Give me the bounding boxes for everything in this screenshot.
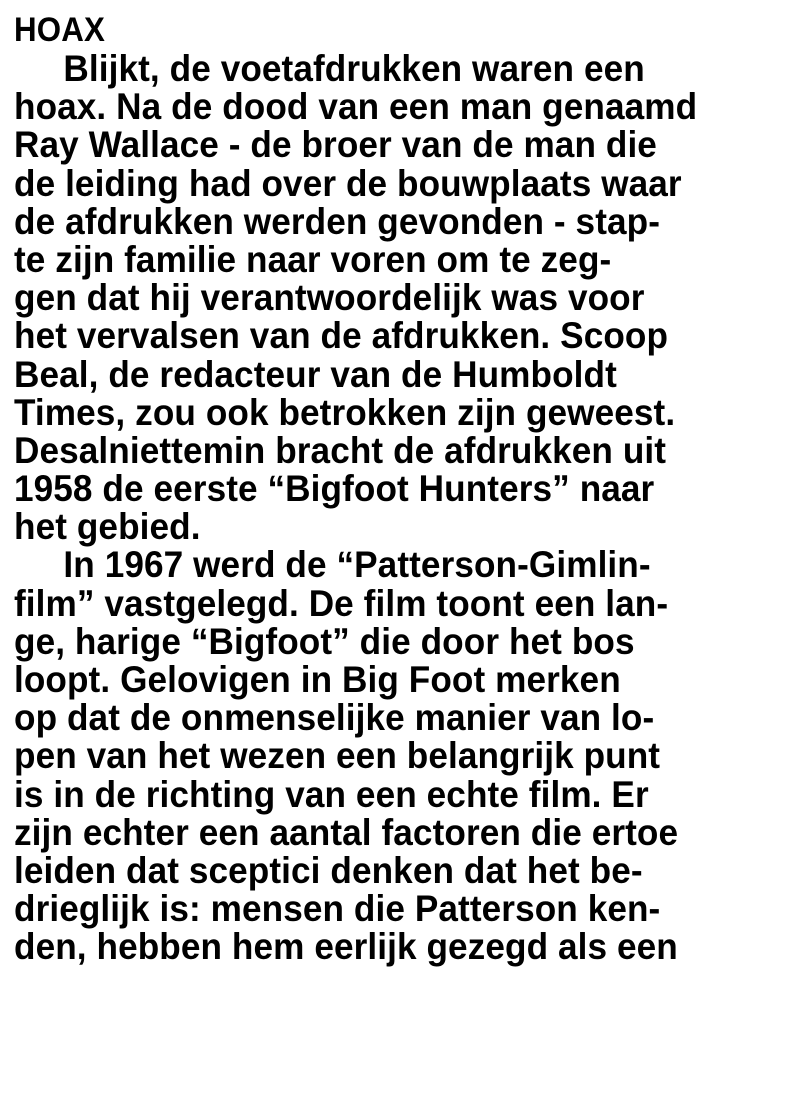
- text-line: hoax. Na de dood van een man genaamd: [14, 86, 698, 128]
- article-heading: HOAX: [14, 11, 106, 49]
- text-line: de afdrukken werden gevonden - stap-: [14, 200, 661, 242]
- text-line: Blijkt, de voetafdrukken waren een: [63, 48, 645, 89]
- text-line: Ray Wallace - de broer van de man die: [14, 124, 657, 166]
- text-line: het gebied.: [14, 506, 201, 548]
- text-line: Times, zou ook betrokken zijn geweest.: [14, 391, 676, 433]
- text-line: loopt. Gelovigen in Big Foot merken: [14, 659, 621, 700]
- text-line: In 1967 werd de “Patterson-Gimlin-: [63, 544, 651, 586]
- text-line: op dat de onmenselijke manier van lo-: [14, 697, 655, 739]
- text-line: de leiding had over de bouwplaats waar: [14, 162, 682, 204]
- text-line: pen van het wezen een belangrijk punt: [14, 735, 661, 777]
- text-line: Beal, de redacteur van de Humboldt: [14, 353, 617, 395]
- text-line: leiden dat sceptici denken dat het be-: [14, 849, 643, 891]
- text-line: zijn echter een aantal factoren die erto…: [14, 811, 679, 853]
- paragraph-2: In 1967 werd de “Patterson-Gimlin- film”…: [14, 546, 794, 966]
- text-line: te zijn familie naar voren om te zeg-: [14, 238, 612, 280]
- text-line: 1958 de eerste “Bigfoot Hunters” naar: [14, 468, 655, 510]
- text-line: gen dat hij verantwoordelijk was voor: [14, 277, 645, 319]
- text-line: is in de richting van een echte film. Er: [14, 773, 649, 815]
- article-page: HOAX Blijkt, de voetafdrukken waren een …: [14, 10, 794, 967]
- text-line: drieglijk is: mensen die Patterson ken-: [14, 888, 661, 930]
- text-line: het vervalsen van de afdrukken. Scoop: [14, 315, 669, 357]
- text-line: Desalniettemin bracht de afdrukken uit: [14, 429, 667, 471]
- paragraph-1: Blijkt, de voetafdrukken waren een hoax.…: [14, 48, 794, 548]
- text-line: film” vastgelegd. De film toont een lan-: [14, 582, 669, 624]
- text-line: ge, harige “Bigfoot” die door het bos: [14, 620, 635, 662]
- text-line: den, hebben hem eerlijk gezegd als een: [14, 926, 678, 968]
